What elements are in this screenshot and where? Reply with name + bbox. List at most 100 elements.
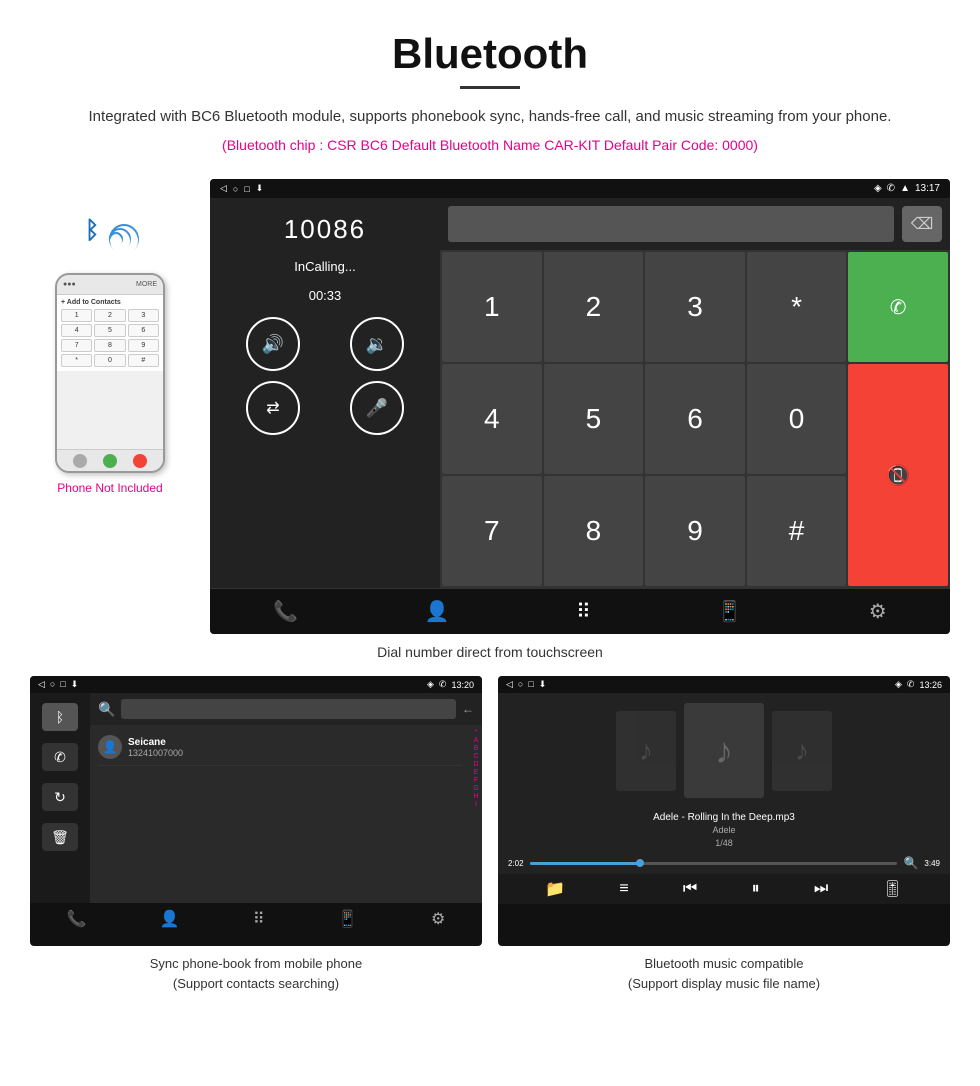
- backspace-btn[interactable]: ⌫: [902, 206, 942, 242]
- dial-number: 10086: [284, 214, 366, 245]
- phone-key[interactable]: #: [128, 354, 159, 367]
- phone-key[interactable]: 3: [128, 309, 159, 322]
- phone-key[interactable]: 6: [128, 324, 159, 337]
- music-main-area: ♪ ♪ ♪ Adele - Rolling In the Deep.mp3 Ad…: [498, 693, 950, 903]
- volume-up-btn[interactable]: 🔊: [246, 317, 300, 371]
- album-art-right: ♪: [772, 711, 832, 791]
- pb-keypad-nav[interactable]: ⠿: [253, 909, 265, 929]
- dial-status-text: InCalling...: [294, 259, 355, 274]
- circle-icon: ○: [233, 184, 238, 194]
- dial-input-field[interactable]: [448, 206, 894, 242]
- key-1[interactable]: 1: [442, 252, 542, 362]
- red-end-btn[interactable]: 📵: [848, 364, 948, 586]
- pb-phone-nav[interactable]: 📱: [338, 909, 358, 929]
- bluetooth-signal-area: ᛒ: [75, 209, 145, 269]
- pb-settings-nav[interactable]: ⚙: [431, 909, 445, 929]
- dial-input-row: ⌫: [440, 198, 950, 250]
- key-9[interactable]: 9: [645, 476, 745, 586]
- phone-manage-nav-icon[interactable]: 📱: [717, 599, 742, 624]
- music-progress-bar[interactable]: [530, 862, 898, 865]
- bottom-section: ◁ ○ □ ⬇ ◈ ✆ 13:20 ᛒ ✆ ↻ 🗑: [0, 676, 980, 993]
- pb-sidebar: ᛒ ✆ ↻ 🗑: [30, 693, 90, 903]
- key-#[interactable]: #: [747, 476, 847, 586]
- page-title: Bluetooth: [60, 30, 920, 78]
- music-next-btn[interactable]: ⏭: [814, 880, 828, 898]
- key-7[interactable]: 7: [442, 476, 542, 586]
- pb-alpha-c[interactable]: C: [473, 753, 478, 760]
- pb-calls-nav[interactable]: 📞: [67, 909, 87, 929]
- contacts-nav-icon[interactable]: 👤: [425, 599, 450, 624]
- pb-contact-item[interactable]: 👤 Seicane 13241007000: [98, 729, 462, 766]
- key-*[interactable]: *: [747, 252, 847, 362]
- key-4[interactable]: 4: [442, 364, 542, 474]
- green-call-btn[interactable]: ✆: [848, 252, 948, 362]
- key-2[interactable]: 2: [544, 252, 644, 362]
- pb-alpha-d[interactable]: D: [473, 761, 478, 768]
- pb-contact-info: Seicane 13241007000: [128, 737, 183, 758]
- music-caption-line1: Bluetooth music compatible: [645, 956, 804, 971]
- music-note-right-icon: ♪: [795, 735, 809, 767]
- call-transfer-nav-icon[interactable]: 📞: [273, 599, 298, 624]
- music-prev-btn[interactable]: ⏮: [683, 880, 697, 898]
- pb-alpha-b[interactable]: B: [474, 745, 479, 752]
- settings-nav-icon[interactable]: ⚙: [869, 599, 887, 624]
- pb-search-row: 🔍 ←: [90, 693, 482, 725]
- mic-btn[interactable]: 🎤: [350, 381, 404, 435]
- phone-key[interactable]: 8: [94, 339, 125, 352]
- music-equalizer-icon[interactable]: 🎚: [883, 879, 903, 899]
- pb-nav-icons: ◁ ○ □ ⬇: [38, 679, 78, 690]
- pb-phone-btn[interactable]: ✆: [42, 743, 78, 771]
- pb-alpha-star[interactable]: *: [475, 729, 478, 736]
- pb-bt-icon[interactable]: ᛒ: [42, 703, 78, 731]
- back-arrow-icon: ◁: [220, 183, 227, 194]
- pb-time: 13:20: [451, 680, 474, 690]
- music-progress-row: 2:02 🔍 3:49: [498, 856, 950, 870]
- phonebook-screen: ◁ ○ □ ⬇ ◈ ✆ 13:20 ᛒ ✆ ↻ 🗑: [30, 676, 482, 946]
- phone-key[interactable]: 9: [128, 339, 159, 352]
- phone-key[interactable]: 5: [94, 324, 125, 337]
- key-6[interactable]: 6: [645, 364, 745, 474]
- phone-key[interactable]: 1: [61, 309, 92, 322]
- phone-key[interactable]: 0: [94, 354, 125, 367]
- music-circle-icon: ○: [518, 679, 523, 690]
- pb-status-right: ◈ ✆ 13:20: [427, 679, 474, 690]
- phone-call-btn[interactable]: [103, 454, 117, 468]
- pb-contacts-nav[interactable]: 👤: [160, 909, 180, 929]
- key-8[interactable]: 8: [544, 476, 644, 586]
- pb-status-bar: ◁ ○ □ ⬇ ◈ ✆ 13:20: [30, 676, 482, 693]
- key-5[interactable]: 5: [544, 364, 644, 474]
- pb-search-bar[interactable]: [121, 699, 456, 719]
- pb-alpha-f[interactable]: F: [474, 777, 478, 784]
- key-0[interactable]: 0: [747, 364, 847, 474]
- phone-key[interactable]: 2: [94, 309, 125, 322]
- phone-key[interactable]: *: [61, 354, 92, 367]
- music-search-icon[interactable]: 🔍: [903, 856, 918, 870]
- pb-sync-btn[interactable]: ↻: [42, 783, 78, 811]
- pb-bottom-nav: 📞 👤 ⠿ 📱 ⚙: [30, 903, 482, 935]
- music-play-btn[interactable]: ⏸: [752, 880, 760, 898]
- pb-square-icon: □: [60, 679, 65, 690]
- pb-alpha-h[interactable]: H: [473, 793, 478, 800]
- pb-trash-btn[interactable]: 🗑: [42, 823, 78, 851]
- music-list-icon[interactable]: ≡: [619, 880, 628, 898]
- pb-alpha-g[interactable]: G: [473, 785, 478, 792]
- pb-location-icon: ◈: [427, 679, 434, 690]
- phone-key[interactable]: 4: [61, 324, 92, 337]
- music-card: ◁ ○ □ ⬇ ◈ ✆ 13:26 ♪ ♪: [498, 676, 950, 993]
- pb-alpha-e[interactable]: E: [474, 769, 479, 776]
- music-status-right: ◈ ✆ 13:26: [895, 679, 942, 690]
- dial-screen: ◁ ○ □ ⬇ ◈ ✆ ▲ 13:17 10086 InCalling... 0…: [210, 179, 950, 634]
- transfer-btn[interactable]: ⇄: [246, 381, 300, 435]
- music-location-icon: ◈: [895, 679, 902, 690]
- pb-list-area: 👤 Seicane 13241007000 * A B C: [90, 725, 482, 808]
- music-folder-icon[interactable]: 📁: [545, 879, 565, 899]
- music-progress-dot: [636, 859, 644, 867]
- phone-end-btn[interactable]: [133, 454, 147, 468]
- key-3[interactable]: 3: [645, 252, 745, 362]
- phone-key[interactable]: 7: [61, 339, 92, 352]
- volume-down-btn[interactable]: 🔉: [350, 317, 404, 371]
- keypad-nav-icon[interactable]: ⠿: [576, 599, 591, 624]
- pb-alpha-i[interactable]: I: [475, 801, 477, 808]
- pb-alpha-strip: * A B C D E F G H I: [470, 725, 482, 808]
- pb-alpha-a[interactable]: A: [474, 737, 479, 744]
